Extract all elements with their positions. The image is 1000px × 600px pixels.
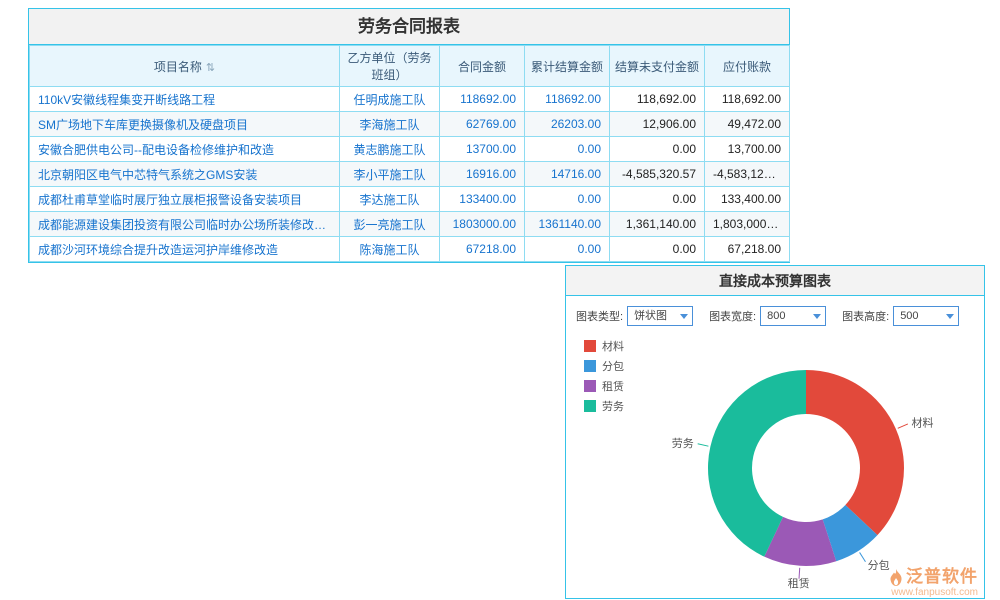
payable-cell: 1,803,000.00 — [705, 212, 790, 237]
contract-amount-cell[interactable]: 13700.00 — [440, 137, 525, 162]
watermark-url: www.fanpusoft.com — [889, 587, 978, 598]
slice-label: 分包 — [868, 559, 890, 572]
settled-amount-cell[interactable]: 0.00 — [525, 187, 610, 212]
table-row: 110kV安徽线程集变开断线路工程 任明成施工队 118692.00 11869… — [30, 87, 790, 112]
contract-amount-cell[interactable]: 62769.00 — [440, 112, 525, 137]
table-row: 成都杜甫草堂临时展厅独立展柜报警设备安装项目 李达施工队 133400.00 0… — [30, 187, 790, 212]
project-name-link[interactable]: 成都杜甫草堂临时展厅独立展柜报警设备安装项目 — [30, 187, 340, 212]
contract-amount-cell[interactable]: 118692.00 — [440, 87, 525, 112]
column-header-unit: 乙方单位（劳务班组） — [340, 46, 440, 87]
chart-height-value: 500 — [900, 310, 918, 322]
slice-label: 租赁 — [788, 576, 810, 590]
settled-amount-cell[interactable]: 26203.00 — [525, 112, 610, 137]
project-name-link[interactable]: 北京朝阳区电气中芯特气系统之GMS安装 — [30, 162, 340, 187]
column-header-contract-amount: 合同金额 — [440, 46, 525, 87]
project-name-link[interactable]: 成都沙河环境综合提升改造运河护岸维修改造 — [30, 237, 340, 262]
unpaid-amount-cell: 12,906.00 — [610, 112, 705, 137]
unit-link[interactable]: 李小平施工队 — [340, 162, 440, 187]
chevron-down-icon — [813, 314, 821, 319]
sort-icon[interactable]: ⇅ — [206, 62, 215, 74]
table-row: 成都沙河环境综合提升改造运河护岸维修改造 陈海施工队 67218.00 0.00… — [30, 237, 790, 262]
chevron-down-icon — [680, 314, 688, 319]
payable-cell: 118,692.00 — [705, 87, 790, 112]
unpaid-amount-cell: 0.00 — [610, 187, 705, 212]
column-header-unpaid-amount: 结算未支付金额 — [610, 46, 705, 87]
payable-cell: 49,472.00 — [705, 112, 790, 137]
slice-label: 劳务 — [672, 437, 694, 450]
unpaid-amount-cell: 118,692.00 — [610, 87, 705, 112]
column-header-project-name: 项目名称 ⇅ — [30, 46, 340, 87]
settled-amount-cell[interactable]: 1361140.00 — [525, 212, 610, 237]
slice-leader-line — [898, 424, 908, 428]
table-row: SM广场地下车库更换摄像机及硬盘项目 李海施工队 62769.00 26203.… — [30, 112, 790, 137]
report-table: 项目名称 ⇅ 乙方单位（劳务班组） 合同金额 累计结算金额 结算未支付金额 应付账… — [29, 45, 790, 262]
page: { "report": { "title": "劳务合同报表", "column… — [0, 0, 1000, 600]
contract-amount-cell[interactable]: 16916.00 — [440, 162, 525, 187]
table-header-row: 项目名称 ⇅ 乙方单位（劳务班组） 合同金额 累计结算金额 结算未支付金额 应付账… — [30, 46, 790, 87]
watermark: 泛普软件 www.fanpusoft.com — [889, 568, 978, 598]
unit-link[interactable]: 李海施工队 — [340, 112, 440, 137]
project-name-link[interactable]: 安徽合肥供电公司--配电设备检修维护和改造 — [30, 137, 340, 162]
project-name-link[interactable]: SM广场地下车库更换摄像机及硬盘项目 — [30, 112, 340, 137]
unit-link[interactable]: 彭一亮施工队 — [340, 212, 440, 237]
slice-leader-line — [860, 552, 866, 561]
project-name-link[interactable]: 成都能源建设集团投资有限公司临时办公场所装修改造工程EPC — [30, 212, 340, 237]
payable-cell: 13,700.00 — [705, 137, 790, 162]
settled-amount-cell[interactable]: 0.00 — [525, 237, 610, 262]
contract-amount-cell[interactable]: 1803000.00 — [440, 212, 525, 237]
column-header-label: 项目名称 — [154, 60, 202, 74]
unpaid-amount-cell: 1,361,140.00 — [610, 212, 705, 237]
table-row: 安徽合肥供电公司--配电设备检修维护和改造 黄志鹏施工队 13700.00 0.… — [30, 137, 790, 162]
project-name-link[interactable]: 110kV安徽线程集变开断线路工程 — [30, 87, 340, 112]
settled-amount-cell[interactable]: 0.00 — [525, 137, 610, 162]
column-header-payable: 应付账款 — [705, 46, 790, 87]
report-title: 劳务合同报表 — [29, 9, 789, 45]
flame-icon — [889, 569, 903, 587]
watermark-brand: 泛普软件 — [906, 568, 978, 587]
donut-chart: 材料分包租赁 劳务 — [566, 322, 986, 594]
chart-width-value: 800 — [767, 310, 785, 322]
slice-leader-line — [698, 444, 709, 446]
payable-cell: 133,400.00 — [705, 187, 790, 212]
chart-type-value: 饼状图 — [634, 310, 667, 322]
contract-amount-cell[interactable]: 133400.00 — [440, 187, 525, 212]
unit-link[interactable]: 陈海施工队 — [340, 237, 440, 262]
contract-amount-cell[interactable]: 67218.00 — [440, 237, 525, 262]
unit-link[interactable]: 黄志鹏施工队 — [340, 137, 440, 162]
settled-amount-cell[interactable]: 14716.00 — [525, 162, 610, 187]
unpaid-amount-cell: -4,585,320.57 — [610, 162, 705, 187]
chart-title: 直接成本预算图表 — [566, 266, 984, 296]
unpaid-amount-cell: 0.00 — [610, 237, 705, 262]
slice-label: 材料 — [912, 415, 934, 429]
labor-contract-report-panel: 劳务合同报表 项目名称 ⇅ 乙方单位（劳务班组） 合同金额 累计结算金额 结算未支… — [28, 8, 790, 263]
direct-cost-budget-chart-panel: 直接成本预算图表 图表类型: 饼状图 图表宽度: 800 图表高度: 500 材… — [565, 265, 985, 599]
settled-amount-cell[interactable]: 118692.00 — [525, 87, 610, 112]
unit-link[interactable]: 任明成施工队 — [340, 87, 440, 112]
unit-link[interactable]: 李达施工队 — [340, 187, 440, 212]
chevron-down-icon — [946, 314, 954, 319]
payable-cell: 67,218.00 — [705, 237, 790, 262]
table-row: 北京朝阳区电气中芯特气系统之GMS安装 李小平施工队 16916.00 1471… — [30, 162, 790, 187]
donut-slice-1[interactable] — [806, 370, 904, 535]
column-header-settled-amount: 累计结算金额 — [525, 46, 610, 87]
table-row: 成都能源建设集团投资有限公司临时办公场所装修改造工程EPC 彭一亮施工队 180… — [30, 212, 790, 237]
unpaid-amount-cell: 0.00 — [610, 137, 705, 162]
payable-cell: -4,583,120.57 — [705, 162, 790, 187]
